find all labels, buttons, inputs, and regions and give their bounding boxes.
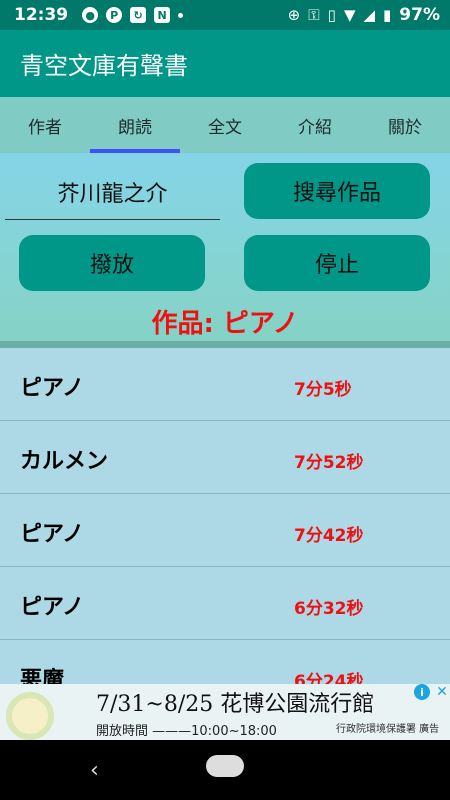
tab-fulltext[interactable]: 全文 bbox=[180, 97, 270, 153]
home-icon[interactable] bbox=[206, 755, 244, 777]
controls-panel: 搜尋作品 撥放 停止 作品: ピアノ bbox=[0, 153, 450, 346]
ad-info-icon[interactable]: i bbox=[414, 684, 430, 700]
more-notifications-icon bbox=[178, 12, 184, 18]
ad-logo-icon bbox=[6, 692, 54, 740]
app-title: 青空文庫有聲書 bbox=[20, 52, 188, 80]
ad-subtext: 開放時間 ———10:00~18:00 bbox=[96, 724, 277, 739]
tab-author[interactable]: 作者 bbox=[0, 97, 90, 153]
item-duration: 6分24秒 bbox=[294, 672, 364, 684]
item-duration: 7分42秒 bbox=[294, 526, 364, 546]
ad-close-icon[interactable]: ✕ bbox=[434, 684, 450, 700]
list-item[interactable]: ピアノ 6分32秒 bbox=[0, 567, 450, 640]
app-bar: 青空文庫有聲書 bbox=[0, 30, 450, 97]
sync-icon: ↻ bbox=[130, 7, 147, 23]
current-work-title: 作品: ピアノ bbox=[151, 309, 299, 339]
item-title: カルメン bbox=[20, 449, 109, 474]
stop-button[interactable]: 停止 bbox=[244, 235, 430, 291]
item-title: ピアノ bbox=[20, 522, 85, 547]
author-input[interactable] bbox=[5, 165, 220, 220]
divider bbox=[0, 341, 450, 348]
signal-icon: ◢ bbox=[363, 6, 376, 24]
status-time: 12:39 bbox=[14, 5, 69, 25]
tab-about[interactable]: 關於 bbox=[360, 97, 450, 153]
news-icon: N bbox=[154, 7, 171, 23]
play-button[interactable]: 撥放 bbox=[19, 235, 205, 291]
notification-icons: ● P ↻ N bbox=[82, 7, 184, 23]
item-duration: 6分32秒 bbox=[294, 599, 364, 619]
item-title: 悪魔 bbox=[20, 668, 65, 684]
system-icons: ⊕ ⚿ ▯ ▼ ◢ ▮ 97% bbox=[288, 5, 440, 25]
navigation-bar: ‹ bbox=[0, 740, 450, 800]
key-icon: ⚿ bbox=[308, 6, 320, 24]
status-bar: 12:39 ● P ↻ N ⊕ ⚿ ▯ ▼ ◢ ▮ 97% bbox=[0, 0, 450, 30]
ad-sponsor: 行政院環境保護署 廣告 bbox=[336, 724, 440, 735]
ad-headline: 7/31~8/25 花博公園流行館 bbox=[96, 692, 375, 717]
tab-reading[interactable]: 朗読 bbox=[90, 97, 180, 153]
list-item[interactable]: ピアノ 7分42秒 bbox=[0, 494, 450, 567]
list-item[interactable]: カルメン 7分52秒 bbox=[0, 421, 450, 494]
list-item[interactable]: ピアノ 7分5秒 bbox=[0, 348, 450, 421]
item-title: ピアノ bbox=[20, 595, 85, 620]
tab-intro[interactable]: 介紹 bbox=[270, 97, 360, 153]
vibrate-icon: ▯ bbox=[327, 6, 336, 24]
parking-icon: P bbox=[106, 7, 123, 23]
wifi-icon: ▼ bbox=[343, 6, 356, 24]
search-works-button[interactable]: 搜尋作品 bbox=[244, 163, 430, 219]
item-title: ピアノ bbox=[20, 376, 85, 401]
tab-bar: 作者 朗読 全文 介紹 關於 bbox=[0, 97, 450, 153]
list-item[interactable]: 悪魔 6分24秒 bbox=[0, 640, 450, 684]
battery-percent: 97% bbox=[399, 5, 440, 25]
battery-icon: ▮ bbox=[383, 6, 392, 24]
item-duration: 7分5秒 bbox=[294, 380, 352, 400]
recording-list[interactable]: ピアノ 7分5秒 カルメン 7分52秒 ピアノ 7分42秒 ピアノ 6分32秒 … bbox=[0, 348, 450, 684]
chat-icon: ● bbox=[82, 7, 99, 23]
ad-banner[interactable]: 7/31~8/25 花博公園流行館 開放時間 ———10:00~18:00 行政… bbox=[0, 684, 450, 740]
item-duration: 7分52秒 bbox=[294, 453, 364, 473]
back-icon[interactable]: ‹ bbox=[90, 758, 99, 783]
plus-circle-icon: ⊕ bbox=[287, 6, 301, 24]
